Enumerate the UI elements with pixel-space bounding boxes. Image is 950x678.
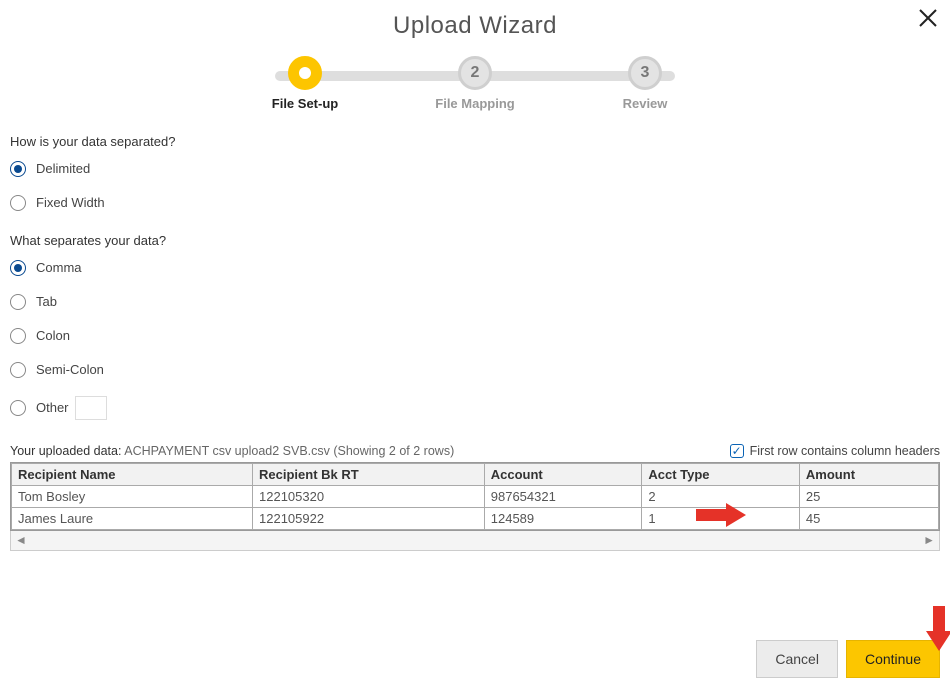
column-header[interactable]: Account [484,463,642,485]
radio-tab[interactable]: Tab [10,294,940,310]
uploaded-data-prefix: Your uploaded data: [10,444,121,458]
radio-icon [10,294,26,310]
close-icon [916,6,940,30]
table-cell: 987654321 [484,485,642,507]
radio-label: Semi-Colon [36,362,104,377]
cancel-button[interactable]: Cancel [756,640,838,678]
radio-icon [10,362,26,378]
column-header[interactable]: Amount [799,463,938,485]
radio-label: Fixed Width [36,195,105,210]
dialog-footer: Cancel Continue [756,640,940,678]
radio-icon [10,195,26,211]
table-header-row: Recipient Name Recipient Bk RT Account A… [12,463,939,485]
continue-button[interactable]: Continue [846,640,940,678]
table-cell: 1 [642,507,800,529]
close-button[interactable] [916,6,940,33]
step-file-mapping[interactable]: 2 File Mapping [425,56,525,112]
step-file-setup[interactable]: File Set-up [255,56,355,112]
data-preview-table: Recipient Name Recipient Bk RT Account A… [10,462,940,531]
radio-icon [10,400,26,416]
radio-comma[interactable]: Comma [10,260,940,276]
uploaded-data-label: Your uploaded data: ACHPAYMENT csv uploa… [10,444,454,458]
table-row[interactable]: James Laure 122105922 124589 1 45 [12,507,939,529]
question-label: What separates your data? [10,233,940,248]
radio-semicolon[interactable]: Semi-Colon [10,362,940,378]
radio-label: Colon [36,328,70,343]
radio-label: Tab [36,294,57,309]
wizard-stepper: File Set-up 2 File Mapping 3 Review [255,56,695,112]
separator-group: What separates your data? Comma Tab Colo… [10,233,940,420]
table-cell: 25 [799,485,938,507]
radio-icon [10,260,26,276]
scroll-left-icon[interactable]: ◄ [11,533,31,547]
first-row-headers-checkbox[interactable]: ✓ First row contains column headers [730,444,940,458]
checkbox-label: First row contains column headers [750,444,940,458]
radio-fixed-width[interactable]: Fixed Width [10,195,940,211]
question-label: How is your data separated? [10,134,940,149]
step-label-1: File Set-up [255,96,355,112]
table-cell: 122105922 [253,507,485,529]
radio-colon[interactable]: Colon [10,328,940,344]
step-label-3: Review [595,96,695,112]
column-header[interactable]: Acct Type [642,463,800,485]
table-cell: James Laure [12,507,253,529]
table-cell: 45 [799,507,938,529]
scroll-right-icon[interactable]: ► [919,533,939,547]
table-cell: 122105320 [253,485,485,507]
data-separation-group: How is your data separated? Delimited Fi… [10,134,940,211]
dialog-title: Upload Wizard [10,12,940,40]
checkbox-icon: ✓ [730,444,744,458]
table-cell: 124589 [484,507,642,529]
table-cell: Tom Bosley [12,485,253,507]
radio-delimited[interactable]: Delimited [10,161,940,177]
step-circle-3: 3 [628,56,662,90]
step-circle-1 [288,56,322,90]
other-separator-input[interactable] [75,396,107,420]
table-cell: 2 [642,485,800,507]
radio-icon [10,161,26,177]
radio-icon [10,328,26,344]
step-label-2: File Mapping [425,96,525,112]
uploaded-filename: ACHPAYMENT csv upload2 SVB.csv (Showing … [124,444,454,458]
radio-other[interactable]: Other [10,396,940,420]
horizontal-scrollbar[interactable]: ◄ ► [10,531,940,551]
radio-label: Delimited [36,161,90,176]
step-review[interactable]: 3 Review [595,56,695,112]
step-circle-2: 2 [458,56,492,90]
radio-label: Comma [36,260,82,275]
column-header[interactable]: Recipient Bk RT [253,463,485,485]
table-row[interactable]: Tom Bosley 122105320 987654321 2 25 [12,485,939,507]
radio-label: Other [36,400,69,415]
column-header[interactable]: Recipient Name [12,463,253,485]
uploaded-data-header: Your uploaded data: ACHPAYMENT csv uploa… [10,444,940,458]
upload-wizard-dialog: Upload Wizard File Set-up 2 File Mapping… [0,0,950,678]
